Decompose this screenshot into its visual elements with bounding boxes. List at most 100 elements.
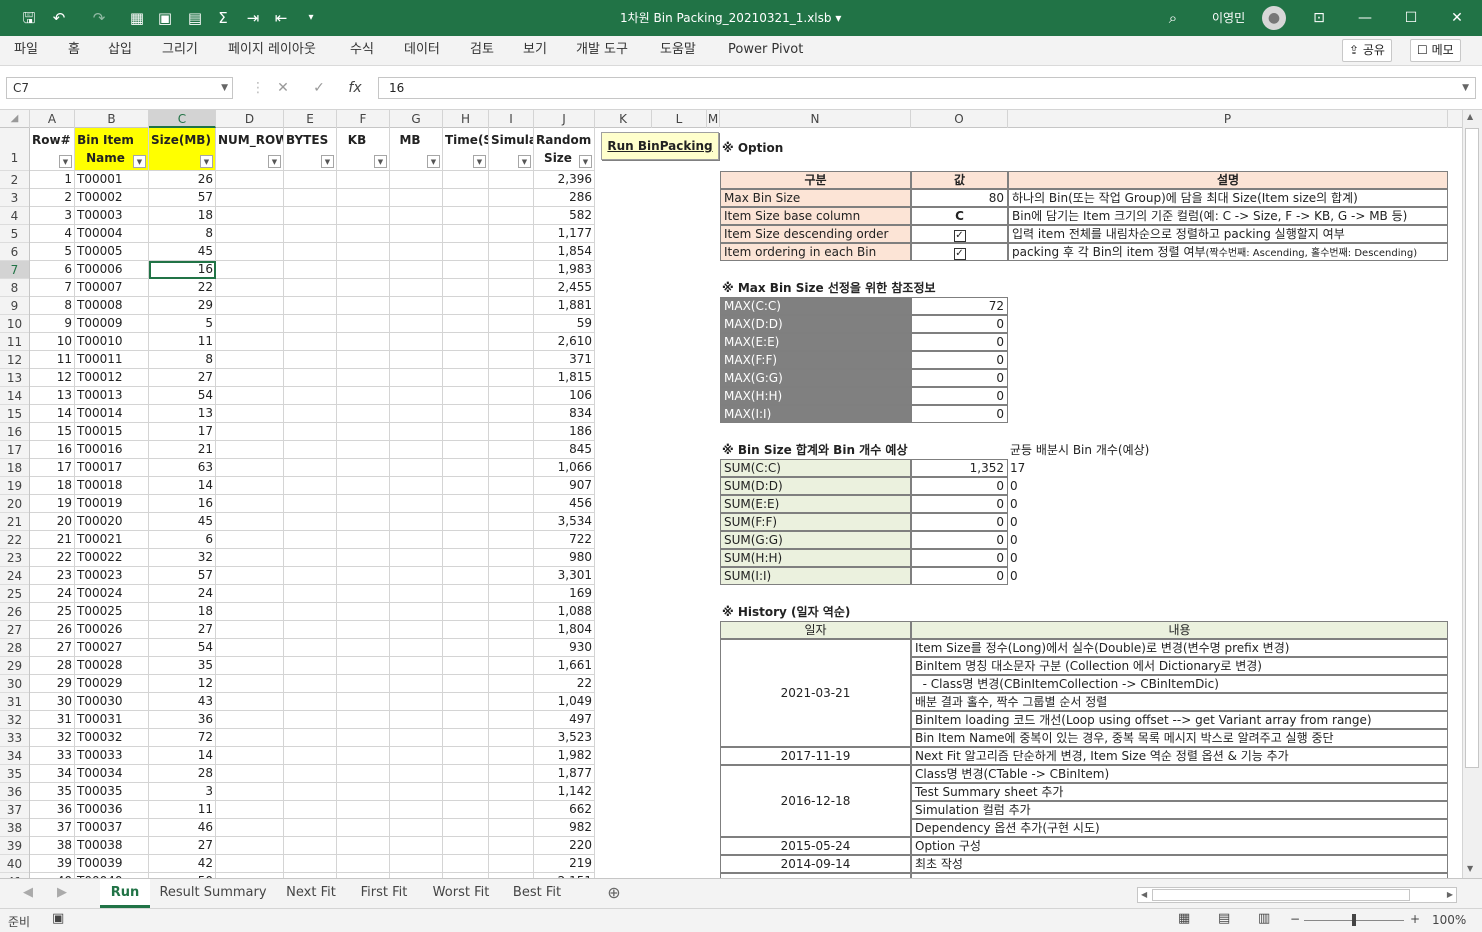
empty-cell[interactable] xyxy=(390,621,443,639)
random-size-cell[interactable]: 3,301 xyxy=(534,567,595,585)
empty-cell[interactable] xyxy=(443,675,489,693)
empty-cell[interactable] xyxy=(443,333,489,351)
empty-cell[interactable] xyxy=(390,459,443,477)
row-header[interactable]: 5 xyxy=(0,225,29,243)
item-name-cell[interactable]: T00011 xyxy=(75,351,149,369)
empty-cell[interactable] xyxy=(489,567,534,585)
row-header[interactable]: 23 xyxy=(0,549,29,567)
empty-cell[interactable] xyxy=(337,549,390,567)
size-cell[interactable]: 72 xyxy=(149,729,216,747)
zoom-level[interactable]: 100% xyxy=(1432,913,1466,927)
item-name-cell[interactable]: T00020 xyxy=(75,513,149,531)
filter-dropdown-icon[interactable]: ▼ xyxy=(59,155,72,168)
empty-cell[interactable] xyxy=(284,567,337,585)
cancel-icon[interactable]: ✕ xyxy=(270,77,296,99)
empty-cell[interactable] xyxy=(216,747,284,765)
row-header[interactable]: 25 xyxy=(0,585,29,603)
item-name-cell[interactable]: T00008 xyxy=(75,297,149,315)
row-number-cell[interactable]: 15 xyxy=(30,423,75,441)
empty-cell[interactable] xyxy=(390,567,443,585)
row-header[interactable]: 26 xyxy=(0,603,29,621)
empty-cell[interactable] xyxy=(390,297,443,315)
normal-view-icon[interactable]: ▦ xyxy=(1178,911,1190,926)
empty-cell[interactable] xyxy=(489,621,534,639)
column-header-m[interactable]: M xyxy=(707,110,720,128)
empty-cell[interactable] xyxy=(216,657,284,675)
bin-count-value[interactable]: 0 xyxy=(1010,495,1018,513)
empty-cell[interactable] xyxy=(443,693,489,711)
empty-cell[interactable] xyxy=(216,315,284,333)
empty-cell[interactable] xyxy=(489,855,534,873)
empty-cell[interactable] xyxy=(390,765,443,783)
empty-cell[interactable] xyxy=(216,171,284,189)
empty-cell[interactable] xyxy=(390,225,443,243)
empty-cell[interactable] xyxy=(337,675,390,693)
random-size-cell[interactable]: 456 xyxy=(534,495,595,513)
option-value[interactable]: C xyxy=(911,207,1008,225)
row-header[interactable]: 19 xyxy=(0,477,29,495)
empty-cell[interactable] xyxy=(284,369,337,387)
empty-cell[interactable] xyxy=(390,477,443,495)
column-header-e[interactable]: E xyxy=(284,110,337,128)
empty-cell[interactable] xyxy=(284,459,337,477)
empty-cell[interactable] xyxy=(216,549,284,567)
row-header[interactable]: 31 xyxy=(0,693,29,711)
empty-cell[interactable] xyxy=(489,333,534,351)
row-number-cell[interactable]: 10 xyxy=(30,333,75,351)
random-size-cell[interactable]: 219 xyxy=(534,855,595,873)
empty-cell[interactable] xyxy=(216,693,284,711)
empty-cell[interactable] xyxy=(337,351,390,369)
empty-cell[interactable] xyxy=(284,189,337,207)
empty-cell[interactable] xyxy=(390,261,443,279)
item-name-cell[interactable]: T00001 xyxy=(75,171,149,189)
save-icon[interactable]: 🖫 xyxy=(16,0,42,36)
worksheet-grid[interactable]: Row#▼Bin Item Name▼Size(MB)▼NUM_ROWS▼BYT… xyxy=(30,128,1462,878)
row-number-cell[interactable]: 1 xyxy=(30,171,75,189)
row-header[interactable]: 34 xyxy=(0,747,29,765)
empty-cell[interactable] xyxy=(216,369,284,387)
empty-cell[interactable] xyxy=(443,513,489,531)
empty-cell[interactable] xyxy=(390,657,443,675)
empty-cell[interactable] xyxy=(284,549,337,567)
empty-cell[interactable] xyxy=(443,837,489,855)
menu-file[interactable]: 파일 xyxy=(14,36,38,64)
row-number-cell[interactable]: 23 xyxy=(30,567,75,585)
empty-cell[interactable] xyxy=(443,171,489,189)
item-name-cell[interactable]: T00005 xyxy=(75,243,149,261)
row-header[interactable]: 24 xyxy=(0,567,29,585)
empty-cell[interactable] xyxy=(337,495,390,513)
empty-cell[interactable] xyxy=(443,801,489,819)
row-number-cell[interactable]: 30 xyxy=(30,693,75,711)
empty-cell[interactable] xyxy=(284,279,337,297)
row-number-cell[interactable]: 31 xyxy=(30,711,75,729)
empty-cell[interactable] xyxy=(489,243,534,261)
zoom-out-icon[interactable]: − xyxy=(1290,912,1300,926)
empty-cell[interactable] xyxy=(284,423,337,441)
memo-button[interactable]: ☐ 메모 xyxy=(1410,39,1461,62)
empty-cell[interactable] xyxy=(216,603,284,621)
size-cell[interactable]: 45 xyxy=(149,243,216,261)
size-cell[interactable]: 18 xyxy=(149,603,216,621)
random-size-cell[interactable]: 930 xyxy=(534,639,595,657)
empty-cell[interactable] xyxy=(337,531,390,549)
function-icon[interactable]: fx xyxy=(342,77,368,99)
empty-cell[interactable] xyxy=(489,675,534,693)
row-number-cell[interactable]: 4 xyxy=(30,225,75,243)
empty-cell[interactable] xyxy=(489,369,534,387)
row-number-cell[interactable]: 22 xyxy=(30,549,75,567)
row-number-cell[interactable]: 26 xyxy=(30,621,75,639)
empty-cell[interactable] xyxy=(284,405,337,423)
size-cell[interactable]: 11 xyxy=(149,801,216,819)
size-cell[interactable]: 18 xyxy=(149,207,216,225)
empty-cell[interactable] xyxy=(284,585,337,603)
menu-view[interactable]: 보기 xyxy=(523,36,547,64)
row-number-cell[interactable]: 7 xyxy=(30,279,75,297)
menu-power-pivot[interactable]: Power Pivot xyxy=(728,36,803,64)
empty-cell[interactable] xyxy=(284,639,337,657)
empty-cell[interactable] xyxy=(337,513,390,531)
page-layout-icon[interactable]: ▤ xyxy=(1218,911,1230,926)
empty-cell[interactable] xyxy=(216,387,284,405)
empty-cell[interactable] xyxy=(216,495,284,513)
empty-cell[interactable] xyxy=(337,783,390,801)
empty-cell[interactable] xyxy=(216,261,284,279)
